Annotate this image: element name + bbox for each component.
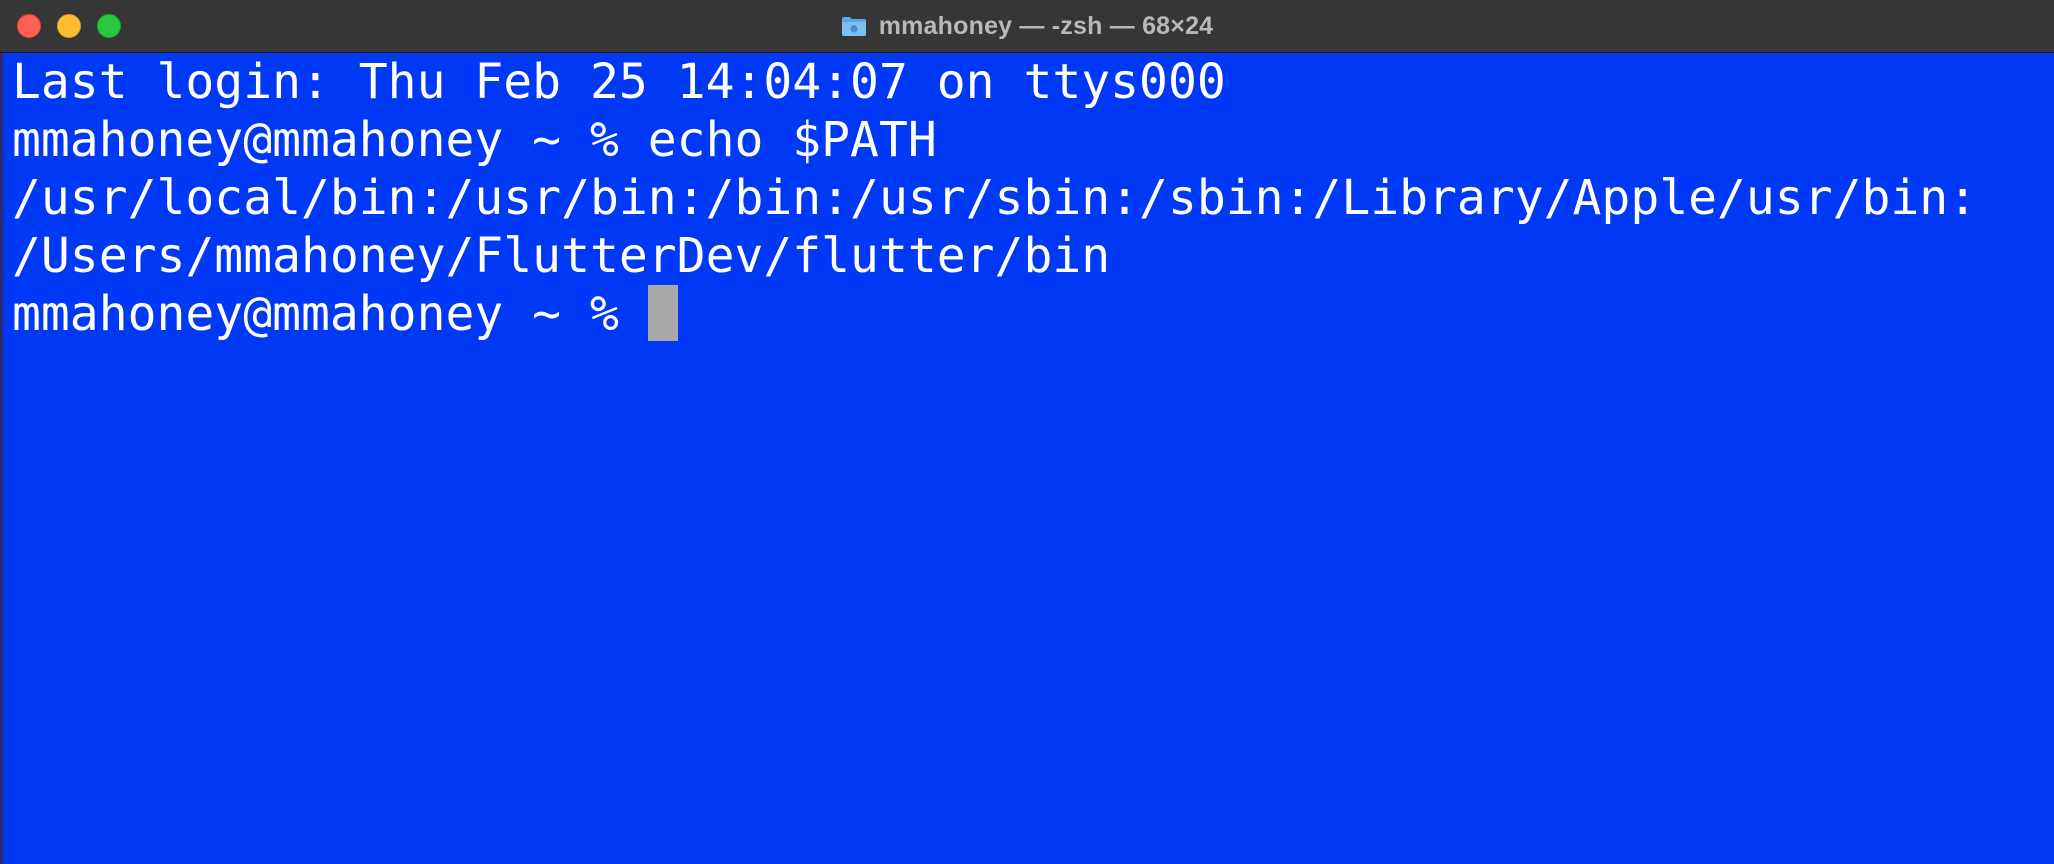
terminal-output[interactable]: Last login: Thu Feb 25 14:04:07 on ttys0… [0,53,2054,864]
window-left-edge [0,53,3,864]
terminal-line-path-output: /usr/local/bin:/usr/bin:/bin:/usr/sbin:/… [12,170,1978,226]
window-title: mmahoney — -zsh — 68×24 [878,11,1214,40]
terminal-window: mmahoney — -zsh — 68×24 Last login: Thu … [0,0,2054,864]
window-title-area: mmahoney — -zsh — 68×24 [0,0,2054,52]
text-cursor [647,285,678,341]
terminal-prompt-line[interactable]: mmahoney@mmahoney ~ % [12,285,678,343]
folder-icon [841,15,867,37]
terminal-line-command: mmahoney@mmahoney ~ % echo $PATH [12,112,937,168]
terminal-line-path-output-cont: /Users/mmahoney/FlutterDev/flutter/bin [12,228,1111,284]
terminal-line-last-login: Last login: Thu Feb 25 14:04:07 on ttys0… [12,54,1226,110]
title-bar[interactable]: mmahoney — -zsh — 68×24 [0,0,2054,53]
terminal-prompt: mmahoney@mmahoney ~ % [12,286,648,342]
